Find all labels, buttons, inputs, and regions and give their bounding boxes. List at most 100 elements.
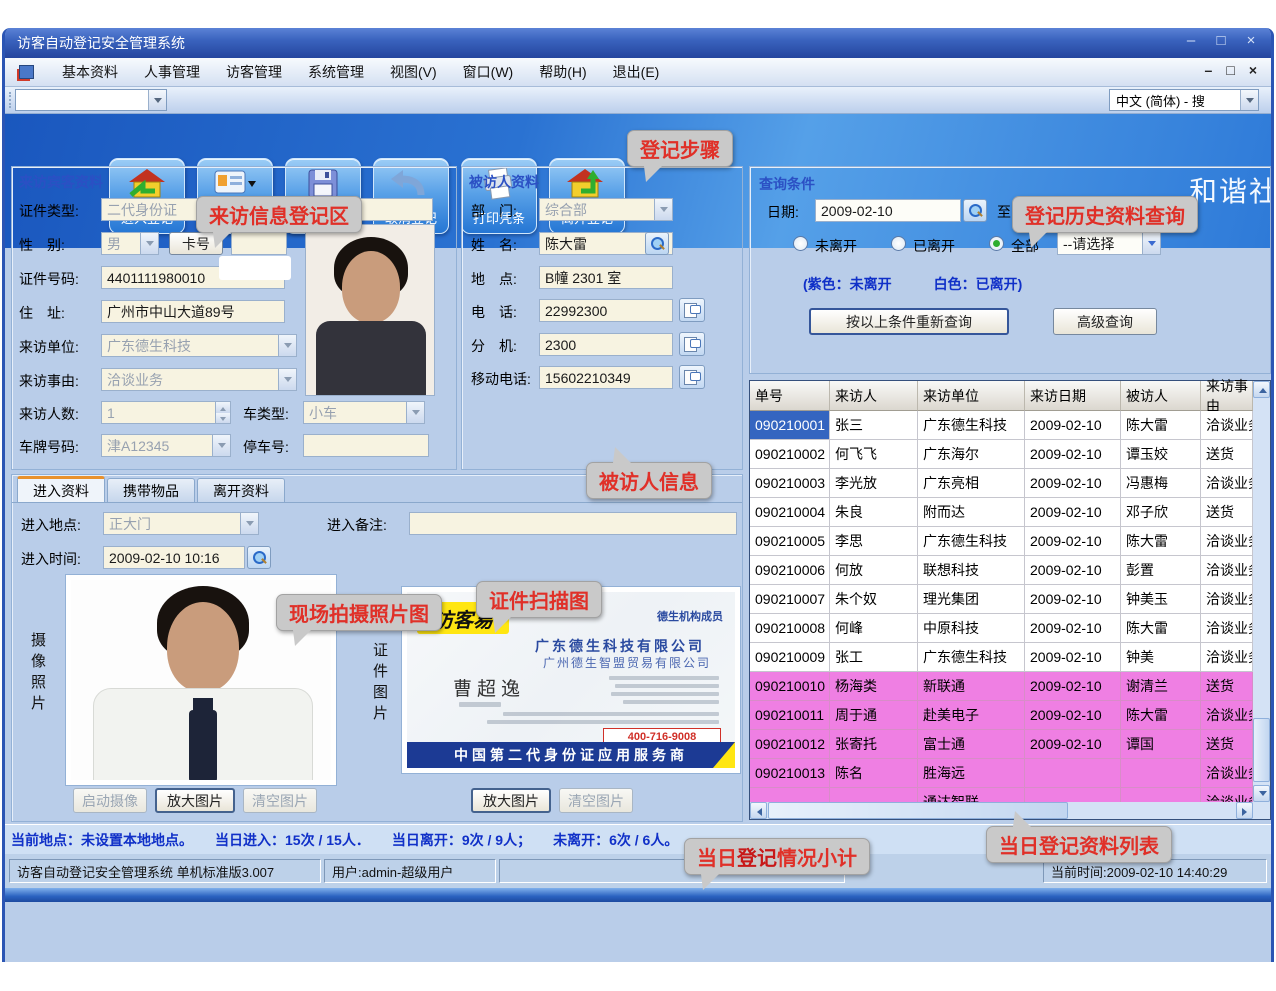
table-cell[interactable]: 洽谈业务 xyxy=(1201,643,1253,672)
start-camera-button[interactable]: 启动摄像 xyxy=(73,788,147,813)
table-cell[interactable]: 中原科技 xyxy=(918,614,1025,643)
table-cell[interactable]: 陈大雷 xyxy=(1121,614,1201,643)
table-cell[interactable]: 广东德生科技 xyxy=(918,643,1025,672)
table-cell[interactable]: 陈大雷 xyxy=(1121,701,1201,730)
table-cell[interactable]: 谭国 xyxy=(1121,730,1201,759)
search-icon[interactable] xyxy=(645,232,669,255)
table-cell[interactable]: 洽谈业务 xyxy=(1201,469,1253,498)
horizontal-scrollbar[interactable] xyxy=(750,802,1253,819)
table-cell[interactable]: 李思 xyxy=(830,527,918,556)
vertical-scrollbar[interactable] xyxy=(1253,381,1270,802)
menu-item-system[interactable]: 系统管理 xyxy=(308,62,364,82)
search-icon[interactable] xyxy=(247,546,271,569)
table-cell[interactable]: 钟美玉 xyxy=(1121,585,1201,614)
sms-icon[interactable] xyxy=(679,332,705,356)
tab-leave-info[interactable]: 离开资料 xyxy=(197,478,285,502)
quick-search-combobox[interactable] xyxy=(15,89,167,111)
table-cell[interactable]: 周于通 xyxy=(830,701,918,730)
scroll-left-icon[interactable] xyxy=(750,802,767,819)
gender-select[interactable]: 男 xyxy=(101,232,159,255)
column-header[interactable]: 来访人 xyxy=(830,381,918,411)
table-cell[interactable]: 彭置 xyxy=(1121,556,1201,585)
search-icon[interactable] xyxy=(963,199,987,222)
menu-item-hr[interactable]: 人事管理 xyxy=(144,62,200,82)
entry-time-input[interactable]: 2009-02-10 10:16 xyxy=(103,546,245,569)
table-cell[interactable]: 090210006 xyxy=(750,556,830,585)
chevron-down-icon[interactable] xyxy=(406,402,424,423)
table-cell[interactable] xyxy=(1121,759,1201,788)
car-type-select[interactable]: 小车 xyxy=(303,401,425,424)
radio-not-left[interactable] xyxy=(793,236,808,251)
column-header[interactable]: 来访日期 xyxy=(1025,381,1121,411)
table-cell[interactable]: 2009-02-10 xyxy=(1025,527,1121,556)
table-cell[interactable]: 090210008 xyxy=(750,614,830,643)
chevron-down-icon[interactable] xyxy=(212,435,230,456)
table-row[interactable]: 090210007朱个奴理光集团2009-02-10钟美玉洽谈业务 xyxy=(750,585,1253,614)
mdi-restore-icon[interactable]: □ xyxy=(1226,62,1234,78)
table-row[interactable]: 090210005李思广东德生科技2009-02-10陈大雷洽谈业务 xyxy=(750,527,1253,556)
table-row[interactable]: 090210003李光放广东亮相2009-02-10冯惠梅洽谈业务 xyxy=(750,469,1253,498)
table-cell[interactable]: 送货 xyxy=(1201,498,1253,527)
entry-place-select[interactable]: 正大门 xyxy=(103,512,259,535)
table-cell[interactable]: 朱个奴 xyxy=(830,585,918,614)
table-cell[interactable]: 冯惠梅 xyxy=(1121,469,1201,498)
table-cell[interactable]: 2009-02-10 xyxy=(1025,614,1121,643)
table-cell[interactable]: 送货 xyxy=(1201,672,1253,701)
location-input[interactable]: B幢 2301 室 xyxy=(539,266,673,289)
table-cell[interactable]: 090210003 xyxy=(750,469,830,498)
table-cell[interactable] xyxy=(1025,759,1121,788)
chevron-down-icon[interactable] xyxy=(654,199,672,220)
advanced-query-button[interactable]: 高级查询 xyxy=(1053,308,1157,335)
chevron-down-icon[interactable] xyxy=(278,335,296,356)
menu-item-visitor[interactable]: 访客管理 xyxy=(226,62,282,82)
reason-select[interactable]: 洽谈业务 xyxy=(101,368,297,391)
table-row[interactable]: 090210006何放联想科技2009-02-10彭置洽谈业务 xyxy=(750,556,1253,585)
table-cell[interactable]: 090210011 xyxy=(750,701,830,730)
table-cell[interactable]: 广东亮相 xyxy=(918,469,1025,498)
table-cell[interactable]: 陈大雷 xyxy=(1121,527,1201,556)
plate-select[interactable]: 津A12345 xyxy=(101,434,231,457)
table-cell[interactable]: 2009-02-10 xyxy=(1025,672,1121,701)
table-cell[interactable]: 洽谈业务 xyxy=(1201,527,1253,556)
table-cell[interactable]: 090210013 xyxy=(750,759,830,788)
table-cell[interactable]: 洽谈业务 xyxy=(1201,411,1253,440)
table-cell[interactable]: 090210007 xyxy=(750,585,830,614)
clear-card-button[interactable]: 清空图片 xyxy=(559,788,633,813)
table-cell[interactable]: 090210009 xyxy=(750,643,830,672)
table-cell[interactable]: 2009-02-10 xyxy=(1025,556,1121,585)
table-cell[interactable]: 090210010 xyxy=(750,672,830,701)
table-cell[interactable]: 2009-02-10 xyxy=(1025,643,1121,672)
table-row[interactable]: 090210011周于通赴美电子2009-02-10陈大雷洽谈业务 xyxy=(750,701,1253,730)
table-cell[interactable] xyxy=(1121,788,1201,802)
zoom-photo-button[interactable]: 放大图片 xyxy=(155,788,235,813)
table-cell[interactable]: 胜海远 xyxy=(918,759,1025,788)
menu-item-help[interactable]: 帮助(H) xyxy=(539,62,586,82)
chevron-down-icon[interactable] xyxy=(148,90,166,110)
table-cell[interactable]: 张三 xyxy=(830,411,918,440)
table-cell[interactable]: 洽谈业务 xyxy=(1201,585,1253,614)
table-cell[interactable]: 广东海尔 xyxy=(918,440,1025,469)
chevron-down-icon[interactable] xyxy=(1240,90,1258,110)
radio-all[interactable] xyxy=(989,236,1004,251)
chevron-down-icon[interactable] xyxy=(140,233,158,254)
table-cell[interactable]: 送货 xyxy=(1201,440,1253,469)
date-from-input[interactable]: 2009-02-10 xyxy=(815,199,961,222)
table-cell[interactable]: 广东德生科技 xyxy=(918,527,1025,556)
table-cell[interactable]: 何峰 xyxy=(830,614,918,643)
chevron-down-icon[interactable] xyxy=(240,513,258,534)
chevron-down-icon[interactable] xyxy=(278,369,296,390)
scroll-down-icon[interactable] xyxy=(1253,785,1270,802)
menu-item-view[interactable]: 视图(V) xyxy=(390,62,437,82)
table-cell[interactable]: 赴美电子 xyxy=(918,701,1025,730)
scroll-up-icon[interactable] xyxy=(1253,381,1270,398)
table-row[interactable]: 090210012张寄托富士通2009-02-10谭国送货 xyxy=(750,730,1253,759)
table-cell[interactable]: 090210001 xyxy=(750,411,830,440)
table-row[interactable]: 090210013陈名胜海远洽谈业务 xyxy=(750,759,1253,788)
table-row[interactable]: 090210004朱良附而达2009-02-10邓子欣送货 xyxy=(750,498,1253,527)
table-cell[interactable] xyxy=(830,788,918,802)
table-cell[interactable]: 2009-02-10 xyxy=(1025,498,1121,527)
table-row[interactable]: 090210008何峰中原科技2009-02-10陈大雷洽谈业务 xyxy=(750,614,1253,643)
table-cell[interactable]: 钟美 xyxy=(1121,643,1201,672)
table-cell[interactable]: 洽谈业务 xyxy=(1201,701,1253,730)
column-header[interactable]: 被访人 xyxy=(1121,381,1201,411)
